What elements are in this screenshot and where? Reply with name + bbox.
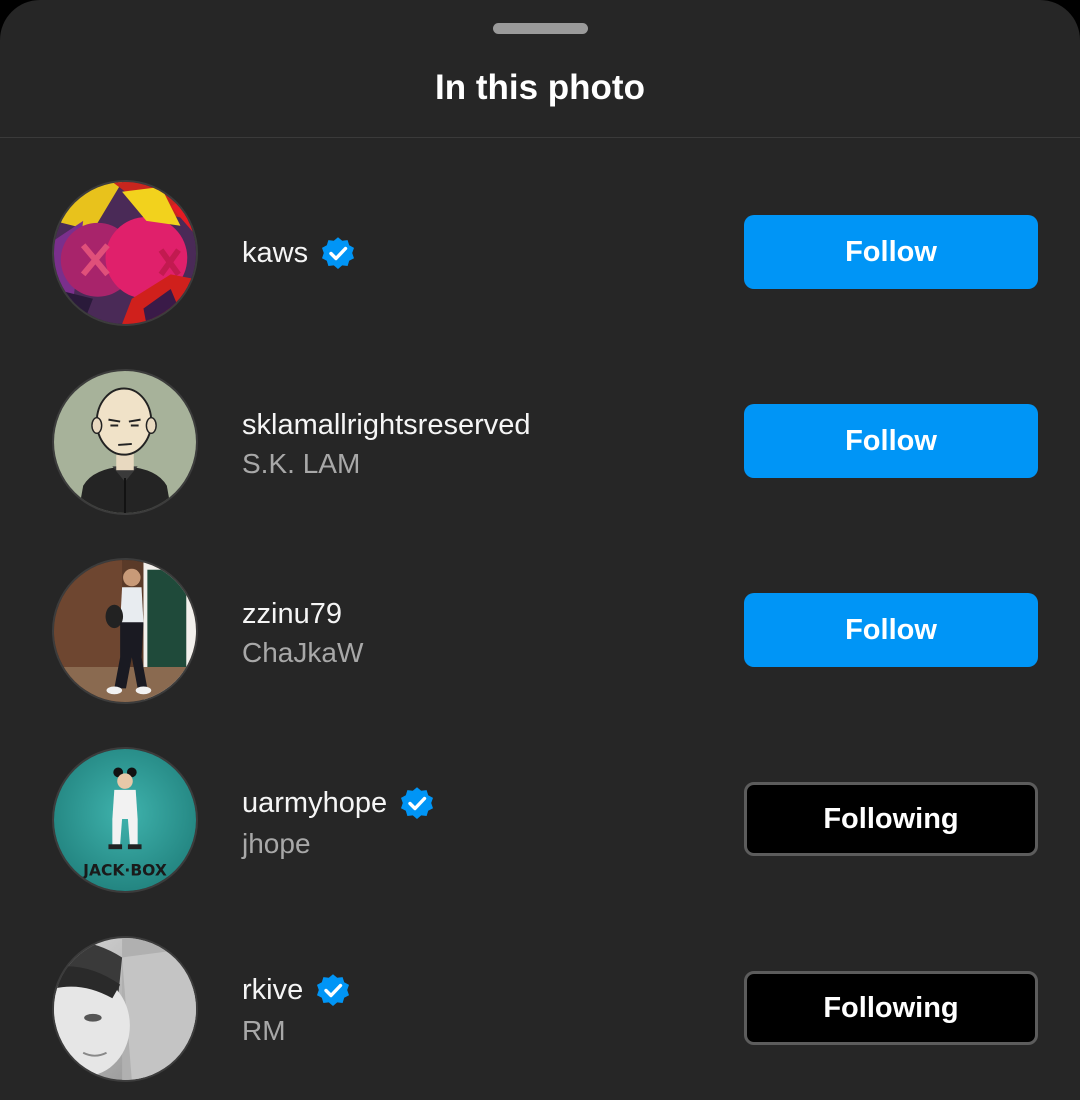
- full-name: jhope: [242, 828, 311, 859]
- username[interactable]: sklamallrightsreserved: [242, 405, 531, 445]
- svg-text:JACK·BOX: JACK·BOX: [82, 861, 167, 879]
- avatar[interactable]: [52, 180, 198, 326]
- account-row-uarmyhope[interactable]: JACK·BOX uarmyhope jhope Following: [0, 745, 1080, 895]
- avatar[interactable]: [52, 558, 198, 704]
- header-divider: [0, 137, 1080, 138]
- username-line: sklamallrightsreserved: [242, 405, 531, 445]
- username-line: rkive: [242, 970, 351, 1010]
- account-text: rkive RM: [242, 934, 722, 1084]
- username[interactable]: zzinu79: [242, 594, 342, 634]
- follow-button[interactable]: Follow: [744, 593, 1038, 667]
- avatar[interactable]: [52, 369, 198, 515]
- sheet-title: In this photo: [435, 68, 645, 107]
- username-line: uarmyhope: [242, 783, 435, 823]
- following-button[interactable]: Following: [744, 782, 1038, 856]
- account-text: zzinu79 ChaJkaW: [242, 556, 722, 706]
- avatar[interactable]: [52, 936, 198, 1082]
- verified-badge-icon: [320, 235, 356, 271]
- full-name: S.K. LAM: [242, 448, 361, 479]
- verified-badge-icon: [315, 972, 351, 1008]
- account-text: uarmyhope jhope: [242, 745, 722, 895]
- account-text: sklamallrightsreserved S.K. LAM: [242, 367, 722, 517]
- account-text: kaws: [242, 178, 722, 328]
- account-row-kaws[interactable]: kaws Follow: [0, 178, 1080, 328]
- username[interactable]: kaws: [242, 233, 308, 273]
- verified-badge-icon: [399, 785, 435, 821]
- full-name: RM: [242, 1015, 286, 1046]
- follow-button[interactable]: Follow: [744, 215, 1038, 289]
- account-row-rkive[interactable]: rkive RM Following: [0, 934, 1080, 1084]
- account-row-zzinu79[interactable]: zzinu79 ChaJkaW Follow: [0, 556, 1080, 706]
- username[interactable]: uarmyhope: [242, 783, 387, 823]
- follow-button[interactable]: Follow: [744, 404, 1038, 478]
- tagged-people-sheet: In this photo kaws Follow sklamallrights…: [0, 0, 1080, 1100]
- username-line: zzinu79: [242, 594, 342, 634]
- full-name: ChaJkaW: [242, 637, 364, 668]
- account-row-sklamallrightsreserved[interactable]: sklamallrightsreserved S.K. LAM Follow: [0, 367, 1080, 517]
- username-line: kaws: [242, 233, 356, 273]
- avatar[interactable]: JACK·BOX: [52, 747, 198, 893]
- following-button[interactable]: Following: [744, 971, 1038, 1045]
- drag-handle[interactable]: [493, 23, 588, 34]
- username[interactable]: rkive: [242, 970, 303, 1010]
